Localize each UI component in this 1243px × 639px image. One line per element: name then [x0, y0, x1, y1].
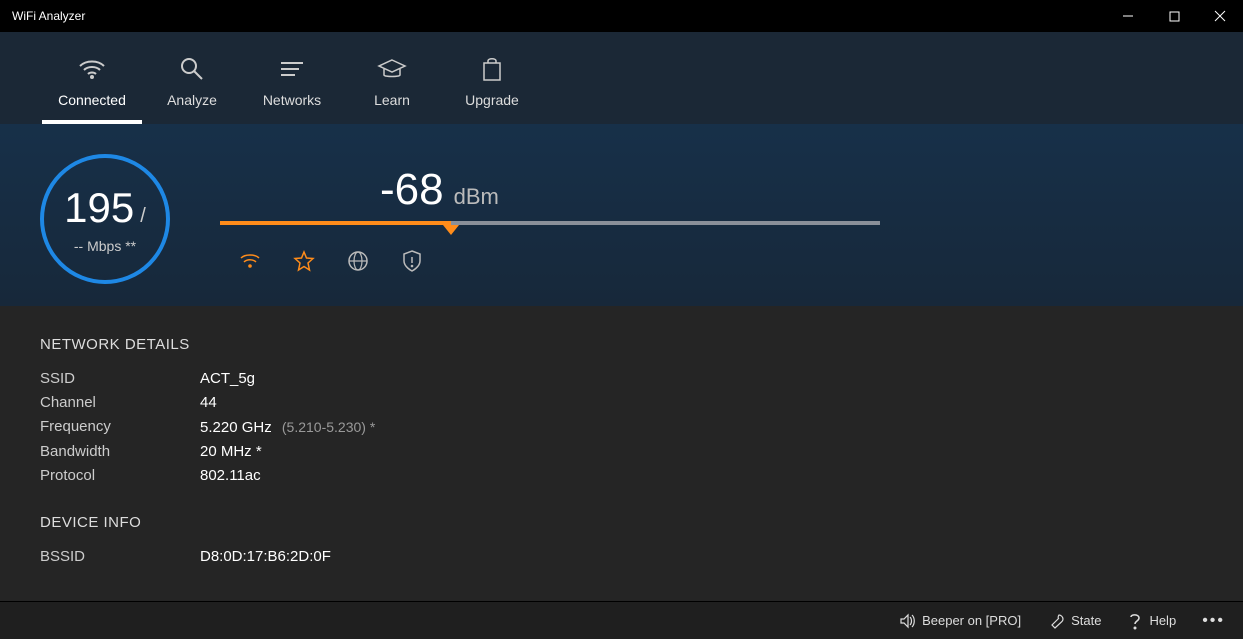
- wifi-icon: [78, 54, 106, 84]
- beeper-label: Beeper on [PRO]: [922, 613, 1021, 628]
- frequency-label: Frequency: [40, 415, 200, 440]
- tab-connected[interactable]: Connected: [42, 54, 142, 124]
- maximize-button[interactable]: [1151, 0, 1197, 32]
- speaker-icon: [898, 612, 916, 630]
- wrench-icon: [1047, 612, 1065, 630]
- device-info-title: DEVICE INFO: [40, 514, 1203, 531]
- minimize-icon: [1122, 10, 1134, 22]
- state-label: State: [1071, 613, 1101, 628]
- maximize-icon: [1169, 11, 1180, 22]
- link-speed-sub: -- Mbps **: [74, 238, 136, 254]
- hero-panel: 195 / -- Mbps ** -68 dBm: [0, 124, 1243, 306]
- app-title: WiFi Analyzer: [0, 9, 85, 23]
- footer-bar: Beeper on [PRO] State Help •••: [0, 601, 1243, 639]
- tab-learn[interactable]: Learn: [342, 54, 442, 124]
- close-icon: [1214, 10, 1226, 22]
- channel-value: 44: [200, 391, 217, 415]
- signal-bar-fill: [220, 221, 451, 225]
- bssid-value: D8:0D:17:B6:2D:0F: [200, 545, 331, 569]
- signal-value: -68: [380, 165, 444, 215]
- frequency-main: 5.220 GHz: [200, 419, 272, 436]
- tab-label: Upgrade: [465, 92, 519, 108]
- row-protocol: Protocol 802.11ac: [40, 464, 1203, 488]
- bssid-label: BSSID: [40, 545, 200, 569]
- help-button[interactable]: Help: [1117, 602, 1186, 639]
- window-controls: [1105, 0, 1243, 32]
- link-speed-slash: /: [140, 205, 146, 228]
- row-ssid: SSID ACT_5g: [40, 367, 1203, 391]
- protocol-label: Protocol: [40, 464, 200, 488]
- wifi-mini-icon[interactable]: [238, 249, 262, 273]
- details-panel: NETWORK DETAILS SSID ACT_5g Channel 44 F…: [0, 306, 1243, 601]
- question-icon: [1127, 612, 1143, 630]
- help-label: Help: [1149, 613, 1176, 628]
- link-speed-gauge: 195 / -- Mbps **: [40, 154, 170, 284]
- row-bandwidth: Bandwidth 20 MHz *: [40, 440, 1203, 464]
- magnifier-icon: [179, 54, 205, 84]
- globe-icon[interactable]: [346, 249, 370, 273]
- list-icon: [279, 54, 305, 84]
- frequency-sub: (5.210-5.230) *: [282, 419, 375, 435]
- row-frequency: Frequency 5.220 GHz (5.210-5.230) *: [40, 415, 1203, 440]
- more-button[interactable]: •••: [1192, 612, 1235, 630]
- shield-icon[interactable]: [400, 249, 424, 273]
- mini-icon-row: [238, 249, 1203, 273]
- minimize-button[interactable]: [1105, 0, 1151, 32]
- tab-label: Networks: [263, 92, 321, 108]
- tab-label: Connected: [58, 92, 126, 108]
- ssid-label: SSID: [40, 367, 200, 391]
- bandwidth-label: Bandwidth: [40, 440, 200, 464]
- signal-bar: [220, 221, 880, 225]
- nav-tabs: Connected Analyze Networks Learn Upgrade: [0, 32, 1243, 124]
- signal-block: -68 dBm: [220, 165, 1203, 273]
- shopping-bag-icon: [481, 54, 503, 84]
- signal-bar-marker: [443, 225, 459, 235]
- graduation-cap-icon: [377, 54, 407, 84]
- row-channel: Channel 44: [40, 391, 1203, 415]
- title-bar: WiFi Analyzer: [0, 0, 1243, 32]
- channel-label: Channel: [40, 391, 200, 415]
- close-button[interactable]: [1197, 0, 1243, 32]
- tab-upgrade[interactable]: Upgrade: [442, 54, 542, 124]
- app-window: WiFi Analyzer Connected Analyze: [0, 0, 1243, 639]
- network-details-title: NETWORK DETAILS: [40, 336, 1203, 353]
- ssid-value: ACT_5g: [200, 367, 255, 391]
- star-icon[interactable]: [292, 249, 316, 273]
- signal-unit: dBm: [454, 184, 499, 210]
- beeper-button[interactable]: Beeper on [PRO]: [888, 602, 1031, 639]
- tab-networks[interactable]: Networks: [242, 54, 342, 124]
- link-speed-value: 195: [64, 184, 134, 232]
- tab-label: Learn: [374, 92, 410, 108]
- protocol-value: 802.11ac: [200, 464, 261, 488]
- bandwidth-value: 20 MHz *: [200, 440, 262, 464]
- frequency-value: 5.220 GHz (5.210-5.230) *: [200, 415, 375, 440]
- tab-analyze[interactable]: Analyze: [142, 54, 242, 124]
- state-button[interactable]: State: [1037, 602, 1111, 639]
- tab-label: Analyze: [167, 92, 217, 108]
- row-bssid: BSSID D8:0D:17:B6:2D:0F: [40, 545, 1203, 569]
